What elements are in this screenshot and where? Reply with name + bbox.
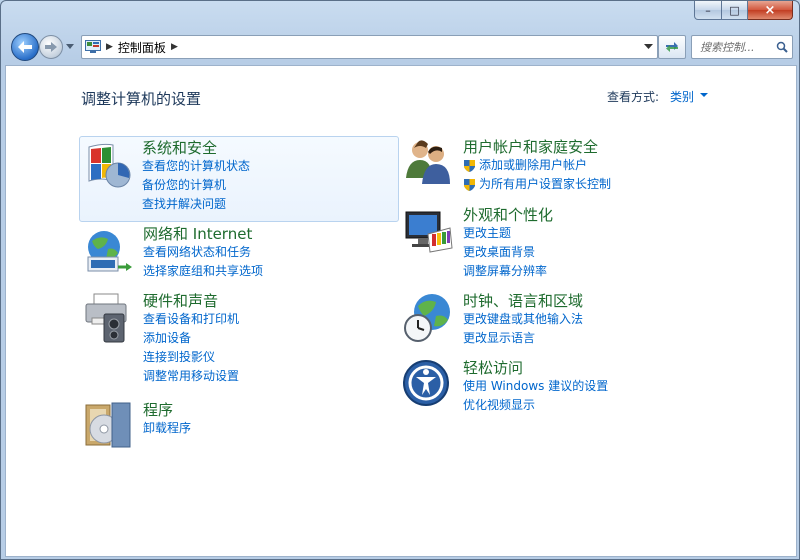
category-title[interactable]: 网络和 Internet xyxy=(143,223,252,244)
category-title[interactable]: 用户帐户和家庭安全 xyxy=(463,136,598,157)
link-change-background[interactable]: 更改桌面背景 xyxy=(463,243,547,262)
link-change-theme[interactable]: 更改主题 xyxy=(463,224,547,243)
link-add-device[interactable]: 添加设备 xyxy=(143,329,239,348)
page-title: 调整计算机的设置 xyxy=(81,90,202,108)
uac-shield-icon xyxy=(464,178,475,191)
programs-icon xyxy=(85,402,131,448)
link-homegroup-sharing[interactable]: 选择家庭组和共享选项 xyxy=(143,262,263,281)
forward-button[interactable] xyxy=(39,35,63,59)
minimize-icon: – xyxy=(705,3,711,17)
category-user-accounts[interactable]: 用户帐户和家庭安全 添加或删除用户帐户 为所有用户设置家长控制 xyxy=(402,136,702,196)
category-programs[interactable]: 程序 卸载程序 xyxy=(82,399,382,449)
printer-speaker-icon xyxy=(85,293,127,343)
network-globe-icon xyxy=(87,231,132,272)
link-label[interactable]: 为所有用户设置家长控制 xyxy=(479,175,611,194)
address-history-dropdown-icon[interactable] xyxy=(644,42,653,51)
link-devices-printers[interactable]: 查看设备和打印机 xyxy=(143,310,239,329)
link-screen-resolution[interactable]: 调整屏幕分辨率 xyxy=(463,262,547,281)
link-view-network-status[interactable]: 查看网络状态和任务 xyxy=(143,243,263,262)
clock-globe-icon xyxy=(404,294,450,342)
category-appearance[interactable]: 外观和个性化 更改主题 更改桌面背景 调整屏幕分辨率 xyxy=(402,204,702,284)
caption-buttons: – □ × xyxy=(694,1,793,21)
breadcrumb-separator-icon[interactable]: ▶ xyxy=(171,42,178,52)
control-panel-window: – □ × ▶ 控制面板 ▶ 搜索控制... 调整计算机的设置 查看方式: 类别… xyxy=(0,0,800,560)
link-windows-recommended-settings[interactable]: 使用 Windows 建议的设置 xyxy=(463,377,608,396)
recent-pages-dropdown-icon[interactable] xyxy=(65,41,75,51)
view-by-dropdown-arrow-icon[interactable] xyxy=(700,93,708,97)
maximize-icon: □ xyxy=(729,3,740,17)
link-backup-computer[interactable]: 备份您的计算机 xyxy=(142,176,250,195)
search-icon[interactable] xyxy=(776,41,788,53)
maximize-button[interactable]: □ xyxy=(722,1,748,20)
link-add-remove-user[interactable]: 添加或删除用户帐户 xyxy=(463,156,611,175)
category-title[interactable]: 外观和个性化 xyxy=(463,204,553,225)
back-button[interactable] xyxy=(11,33,39,61)
category-network-internet[interactable]: 网络和 Internet 查看网络状态和任务 选择家庭组和共享选项 xyxy=(82,223,382,283)
search-box[interactable]: 搜索控制... xyxy=(691,35,793,59)
link-uninstall-program[interactable]: 卸载程序 xyxy=(143,419,191,438)
link-parental-controls[interactable]: 为所有用户设置家长控制 xyxy=(463,175,611,194)
view-by-label: 查看方式: xyxy=(607,90,660,104)
link-view-computer-status[interactable]: 查看您的计算机状态 xyxy=(142,157,250,176)
category-system-security[interactable]: 系统和安全 查看您的计算机状态 备份您的计算机 查找并解决问题 xyxy=(79,136,399,222)
address-bar[interactable]: ▶ 控制面板 ▶ xyxy=(81,35,658,59)
search-input[interactable]: 搜索控制... xyxy=(700,39,776,55)
link-change-display-language[interactable]: 更改显示语言 xyxy=(463,329,583,348)
control-panel-icon xyxy=(85,40,101,53)
link-label[interactable]: 添加或删除用户帐户 xyxy=(479,156,587,175)
uac-shield-icon xyxy=(464,159,475,172)
close-button[interactable]: × xyxy=(748,1,793,20)
back-arrow-icon xyxy=(18,41,32,53)
navigation-bar: ▶ 控制面板 ▶ 搜索控制... xyxy=(1,29,799,65)
refresh-button[interactable] xyxy=(658,35,686,59)
link-change-input-method[interactable]: 更改键盘或其他输入法 xyxy=(463,310,583,329)
forward-arrow-icon xyxy=(45,42,57,52)
content-pane: 调整计算机的设置 查看方式: 类别 系统和安全 查看您的计算机状态 备份您的计算… xyxy=(5,65,797,557)
refresh-icon xyxy=(666,42,678,52)
minimize-button[interactable]: – xyxy=(694,1,722,20)
breadcrumb-control-panel[interactable]: 控制面板 xyxy=(118,39,166,56)
category-title[interactable]: 时钟、语言和区域 xyxy=(463,290,583,311)
category-clock-language-region[interactable]: 时钟、语言和区域 更改键盘或其他输入法 更改显示语言 xyxy=(402,290,702,350)
monitor-palette-icon xyxy=(405,211,453,253)
breadcrumb-separator-icon[interactable]: ▶ xyxy=(106,42,113,52)
category-ease-of-access[interactable]: 轻松访问 使用 Windows 建议的设置 优化视频显示 xyxy=(402,357,702,417)
users-icon xyxy=(406,140,450,184)
ease-of-access-icon xyxy=(403,360,449,406)
category-title[interactable]: 程序 xyxy=(143,399,173,420)
category-title[interactable]: 硬件和声音 xyxy=(143,290,218,311)
close-icon: × xyxy=(764,2,776,18)
link-optimize-display[interactable]: 优化视频显示 xyxy=(463,396,608,415)
link-connect-projector[interactable]: 连接到投影仪 xyxy=(143,348,239,367)
category-hardware-sound[interactable]: 硬件和声音 查看设备和打印机 添加设备 连接到投影仪 调整常用移动设置 xyxy=(82,290,382,390)
category-title[interactable]: 系统和安全 xyxy=(142,137,217,158)
category-title[interactable]: 轻松访问 xyxy=(463,357,523,378)
link-find-fix-problems[interactable]: 查找并解决问题 xyxy=(142,195,250,214)
view-by-dropdown[interactable]: 类别 xyxy=(670,88,694,105)
shield-icon xyxy=(88,143,131,188)
link-mobility-settings[interactable]: 调整常用移动设置 xyxy=(143,367,239,386)
